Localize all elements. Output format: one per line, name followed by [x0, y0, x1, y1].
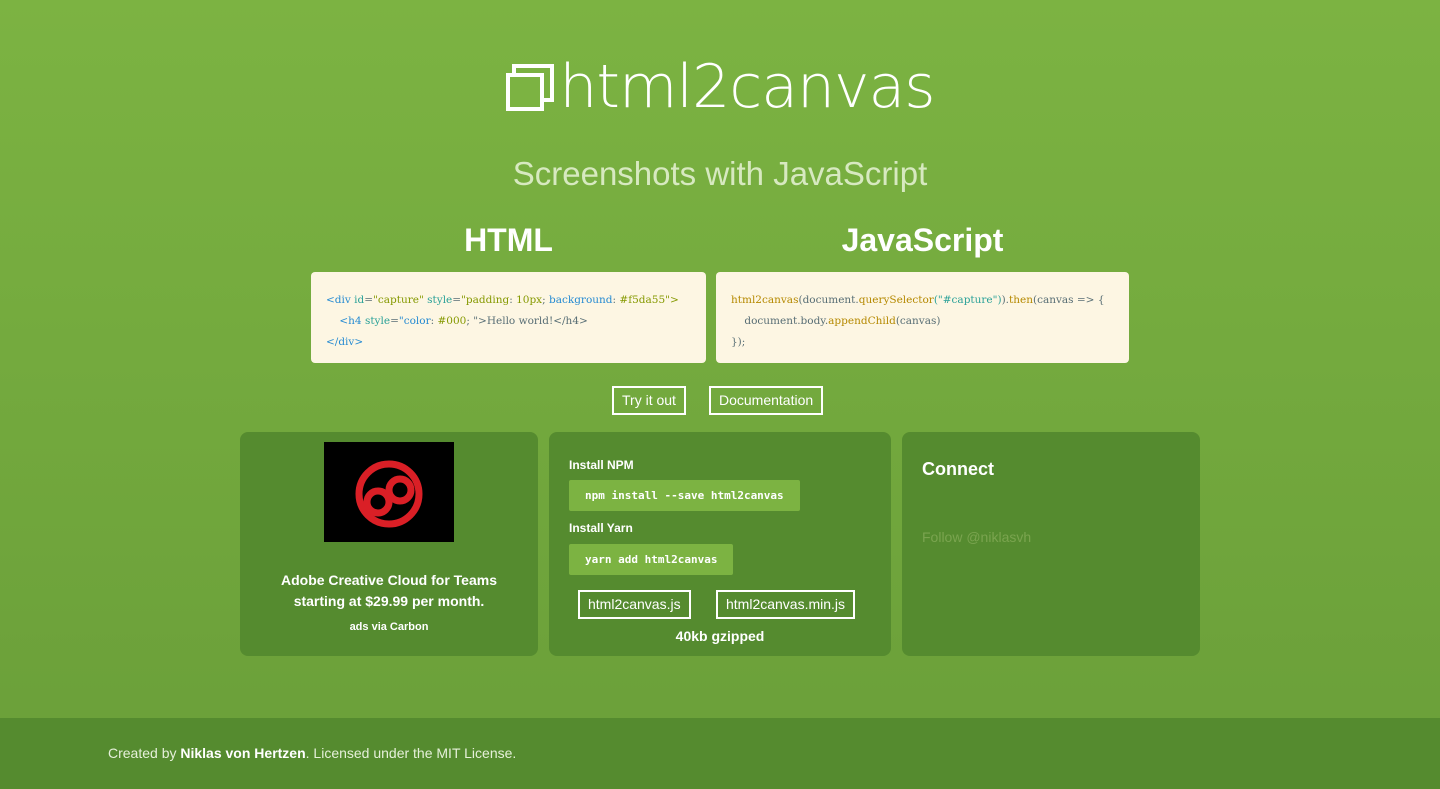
code-line: <h4 style="color: #000; ">Hello world!</…	[326, 315, 588, 327]
html-code-block: <div id="capture" style="padding: 10px; …	[311, 272, 706, 363]
logo-icon	[506, 64, 555, 111]
follow-link[interactable]: Follow @niklasvh	[922, 529, 1031, 545]
site-title: html2canvas	[559, 52, 935, 122]
code-line: });	[731, 336, 746, 348]
ad-panel: Adobe Creative Cloud for Teams starting …	[240, 432, 538, 656]
js-heading: JavaScript	[841, 222, 1004, 258]
html-heading: HTML	[464, 222, 553, 258]
connect-panel: Connect Follow @niklasvh	[902, 432, 1200, 656]
connect-heading: Connect	[922, 459, 994, 479]
npm-label: Install NPM	[569, 458, 634, 472]
code-line: document.body.appendChild(canvas)	[731, 315, 941, 327]
documentation-button[interactable]: Documentation	[709, 386, 824, 415]
code-line: </div>	[326, 336, 364, 348]
yarn-command[interactable]: yarn add html2canvas	[569, 544, 734, 575]
ad-image[interactable]	[324, 442, 454, 542]
install-panel: Install NPM npm install --save html2canv…	[549, 432, 891, 656]
yarn-label: Install Yarn	[569, 521, 633, 535]
subtitle: Screenshots with JavaScript	[512, 155, 928, 192]
creative-cloud-logo-icon	[355, 460, 423, 528]
author-link[interactable]: Niklas von Hertzen	[180, 745, 305, 761]
footer: Created by Niklas von Hertzen. Licensed …	[0, 718, 1440, 789]
ad-text[interactable]: Adobe Creative Cloud for Teams starting …	[240, 570, 538, 612]
npm-command[interactable]: npm install --save html2canvas	[569, 480, 800, 511]
code-line: html2canvas(document.querySelector("#cap…	[731, 294, 1105, 306]
js-code-block: html2canvas(document.querySelector("#cap…	[716, 272, 1129, 363]
download-html2canvas-js[interactable]: html2canvas.js	[578, 590, 691, 619]
code-line: <div id="capture" style="padding: 10px; …	[326, 294, 679, 306]
try-it-out-button[interactable]: Try it out	[612, 386, 686, 415]
size-text: 40kb gzipped	[675, 628, 765, 644]
logo: html2canvas	[0, 52, 1440, 122]
ads-via-carbon-link[interactable]: ads via Carbon	[240, 621, 538, 633]
download-html2canvas-min-js[interactable]: html2canvas.min.js	[716, 590, 856, 619]
